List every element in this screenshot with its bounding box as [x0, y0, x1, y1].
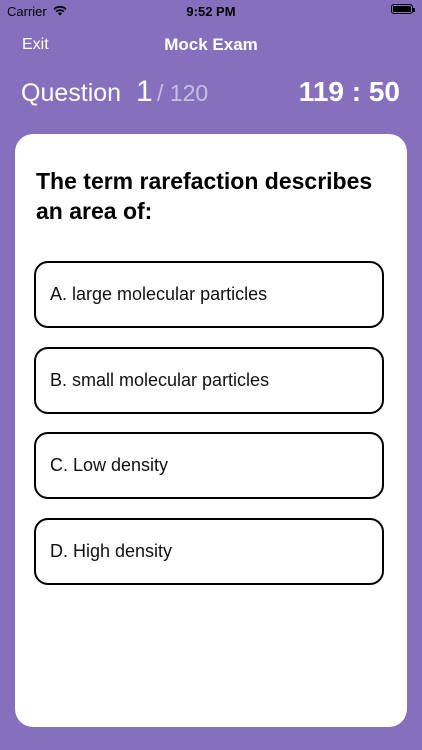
question-label: Question	[21, 79, 122, 107]
question-header: Question 1 / 120 119 : 50	[0, 74, 422, 112]
answer-option-label: B. small molecular particles	[50, 370, 270, 390]
status-bar: Carrier 9:52 PM	[0, 0, 422, 22]
status-time: 9:52 PM	[186, 4, 236, 19]
answer-option-b[interactable]: B. small molecular particles	[34, 347, 384, 414]
question-text: The term rarefaction describes an area o…	[36, 168, 373, 224]
battery-icon	[391, 4, 415, 14]
question-current-number: 1	[136, 75, 153, 108]
exam-timer: 119 : 50	[298, 76, 400, 107]
nav-title: Mock Exam	[164, 35, 258, 54]
answer-option-a[interactable]: A. large molecular particles	[34, 261, 384, 328]
battery-level	[393, 6, 411, 12]
answer-option-label: C. Low density	[50, 455, 169, 475]
answer-option-d[interactable]: D. High density	[34, 518, 384, 585]
nav-bar: Exit Mock Exam	[0, 30, 422, 58]
answer-option-c[interactable]: C. Low density	[34, 432, 384, 499]
status-right	[391, 4, 415, 14]
question-card: The term rarefaction describes an area o…	[15, 134, 407, 727]
answer-option-label: A. large molecular particles	[50, 284, 268, 304]
question-total: / 120	[157, 80, 209, 106]
answer-option-label: D. High density	[50, 541, 173, 561]
